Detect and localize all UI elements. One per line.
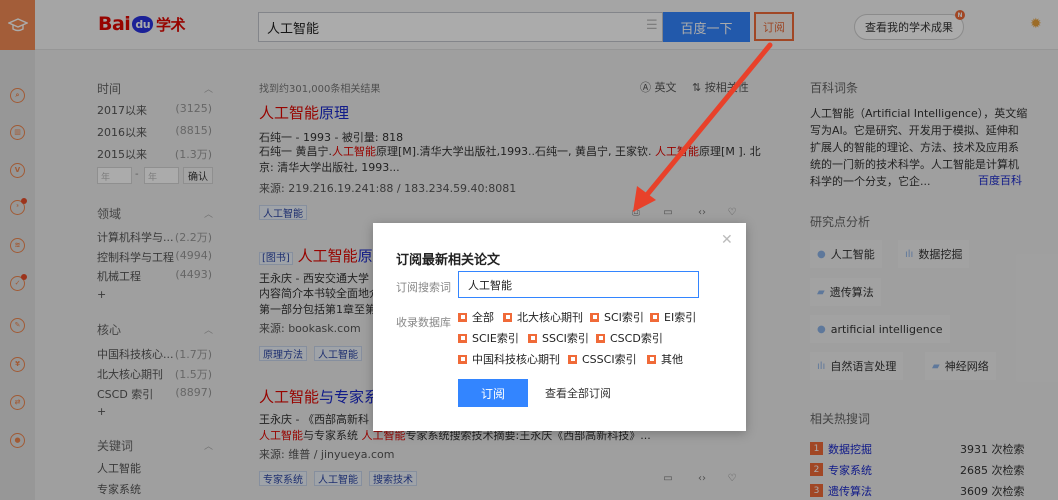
checkbox-label: EI索引 <box>664 311 697 324</box>
db-checkbox[interactable]: EI索引 <box>650 309 696 325</box>
checkbox-icon <box>528 333 537 343</box>
checkbox-label: SCIE索引 <box>472 332 519 345</box>
checkbox-icon <box>647 354 656 364</box>
checkbox-icon <box>503 312 512 322</box>
db-checkbox[interactable]: SCI索引 <box>590 309 644 325</box>
db-checkbox[interactable]: 中国科技核心期刊 <box>458 351 560 367</box>
checkbox-icon <box>458 312 467 322</box>
db-checkbox[interactable]: CSCD索引 <box>596 330 663 346</box>
checkbox-icon <box>458 354 467 364</box>
checkbox-icon <box>596 333 605 343</box>
checkbox-label: 全部 <box>472 311 494 324</box>
keyword-label: 订阅搜索词 <box>396 281 451 294</box>
checkbox-label: SCI索引 <box>604 311 644 324</box>
checkbox-icon <box>458 333 467 343</box>
checkbox-label: CSCD索引 <box>610 332 663 345</box>
db-checkbox[interactable]: 北大核心期刊 <box>503 309 583 325</box>
db-checkbox[interactable]: 其他 <box>647 351 683 367</box>
checkbox-label: CSSCI索引 <box>582 353 637 366</box>
db-checkbox[interactable]: SCIE索引 <box>458 330 519 346</box>
dialog-title: 订阅最新相关论文 <box>396 253 501 268</box>
database-label: 收录数据库 <box>396 316 451 329</box>
subscribe-keyword-input[interactable]: 人工智能 <box>458 271 699 298</box>
checkbox-icon <box>590 312 599 322</box>
checkbox-icon <box>650 312 659 322</box>
db-checkbox[interactable]: CSSCI索引 <box>568 351 637 367</box>
view-all-subscriptions-link[interactable]: 查看全部订阅 <box>545 385 611 401</box>
dialog-subscribe-button[interactable]: 订阅 <box>458 379 528 407</box>
checkbox-label: 其他 <box>661 353 683 366</box>
db-checkbox[interactable]: 全部 <box>458 309 494 325</box>
checkbox-icon <box>568 354 577 364</box>
checkbox-label: 北大核心期刊 <box>517 311 583 324</box>
checkbox-label: 中国科技核心期刊 <box>472 353 560 366</box>
checkbox-label: SSCI索引 <box>542 332 589 345</box>
db-checkbox[interactable]: SSCI索引 <box>528 330 589 346</box>
close-icon[interactable]: ✕ <box>721 232 733 248</box>
